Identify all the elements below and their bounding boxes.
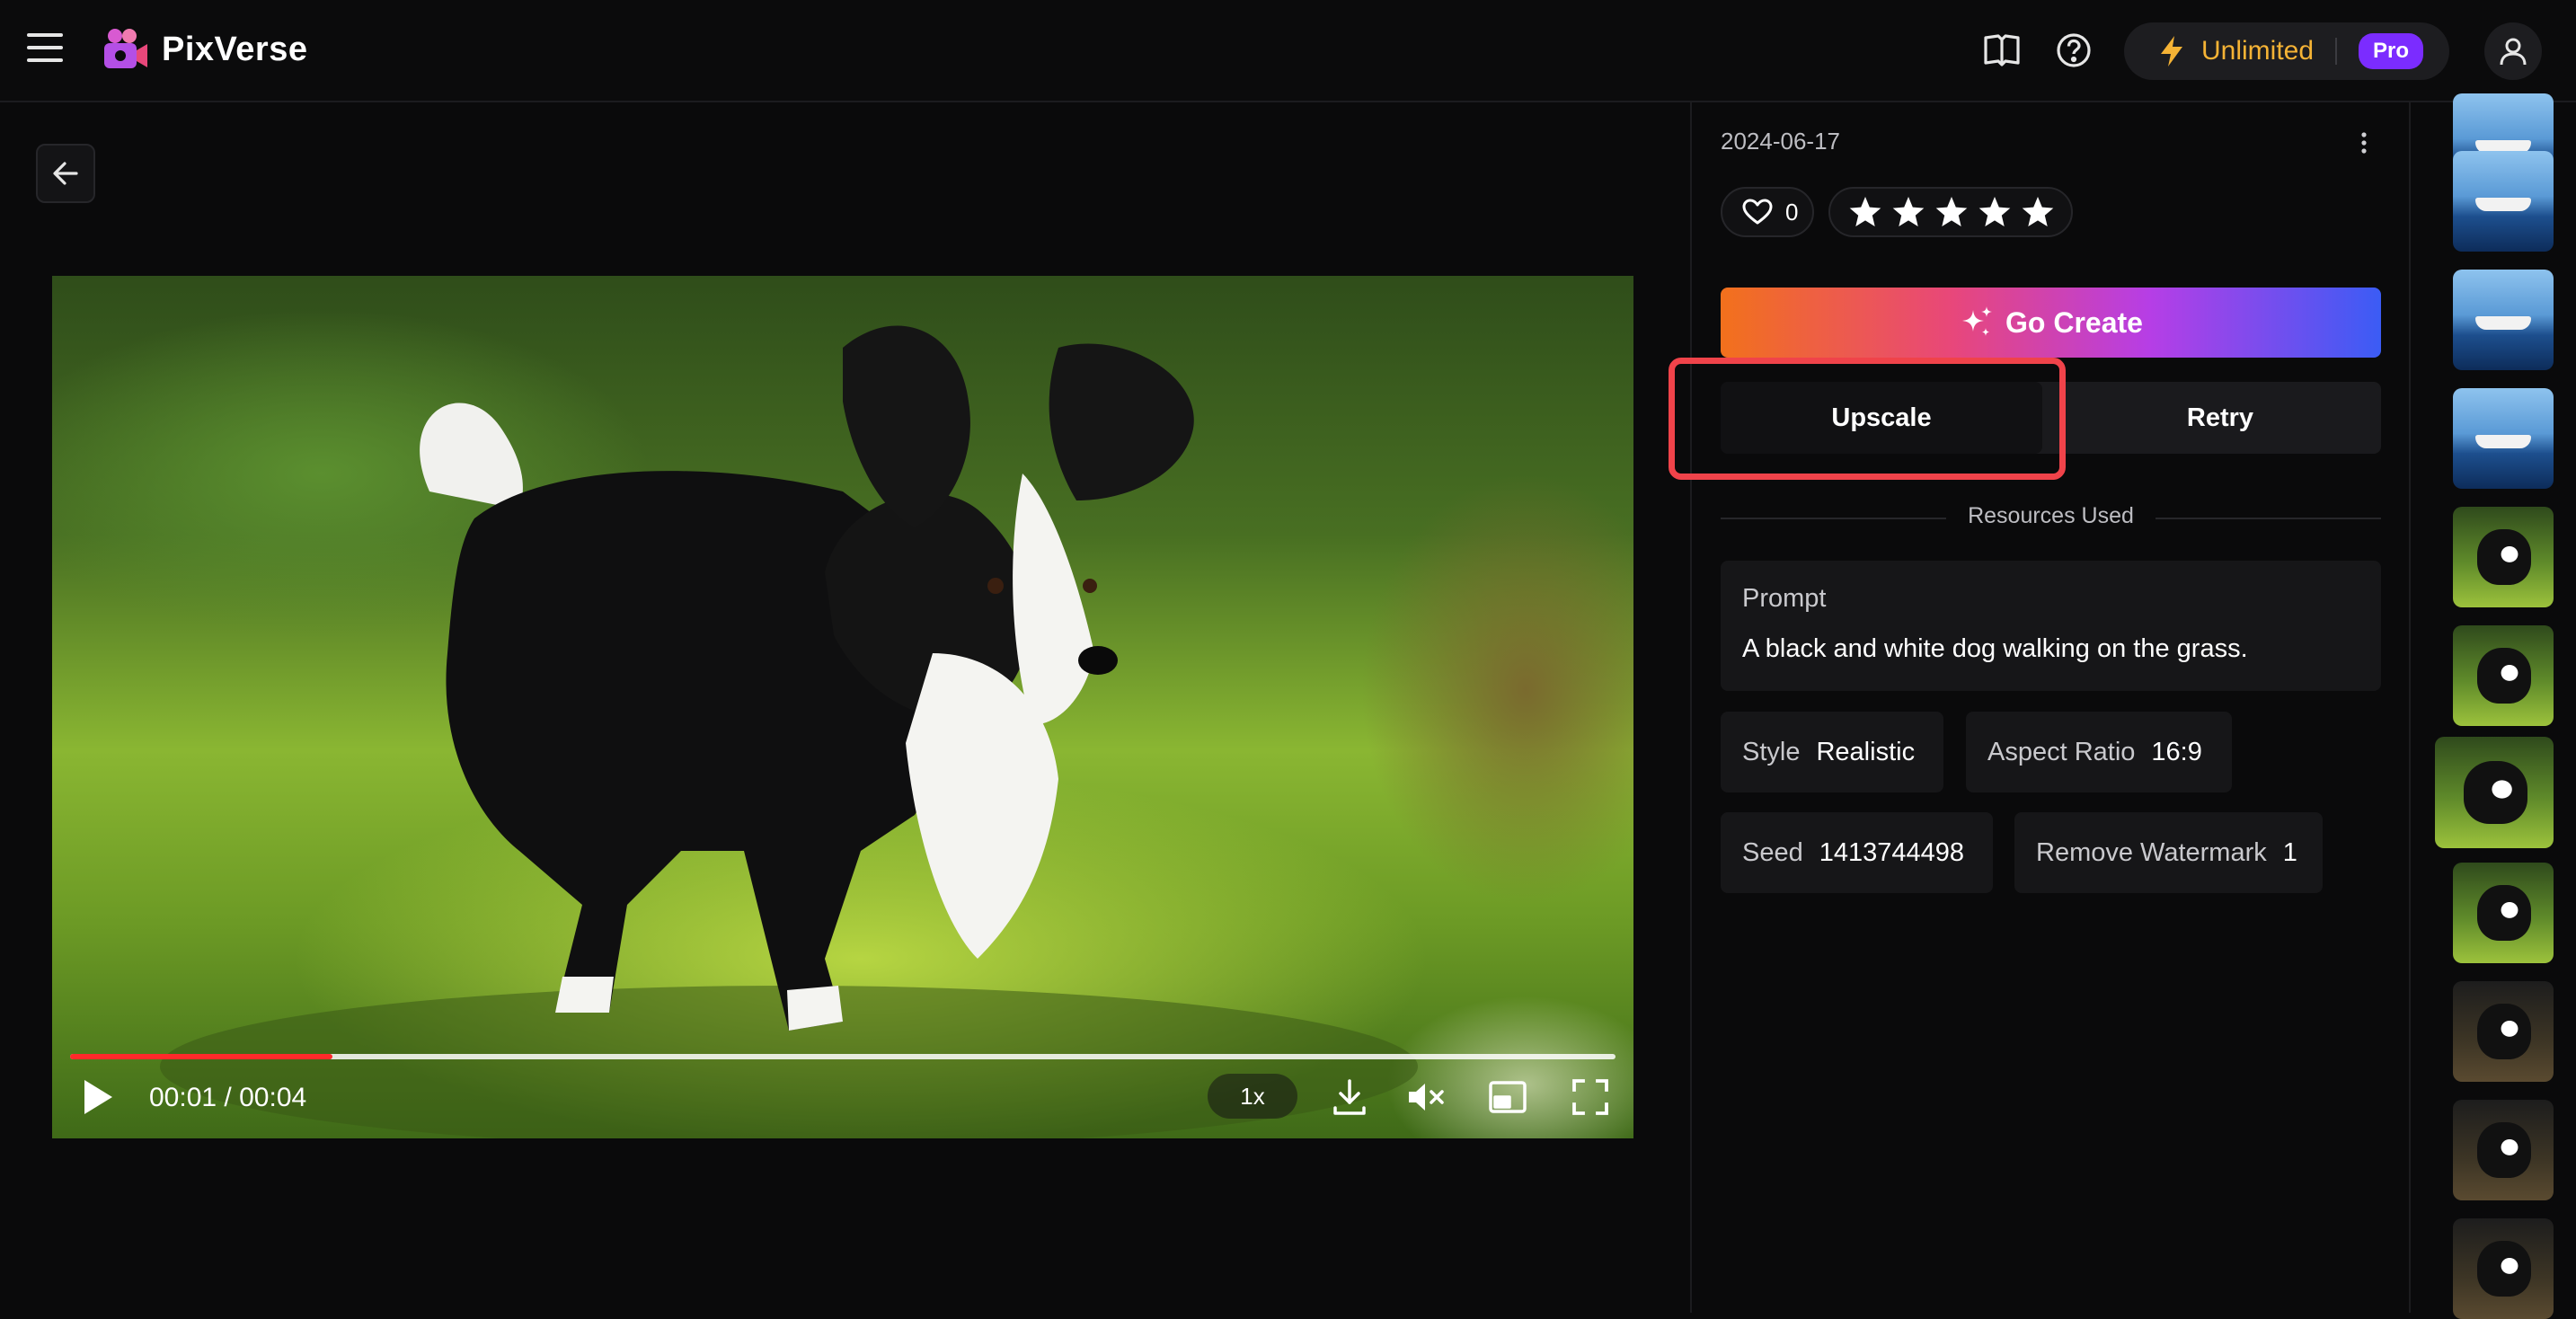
arrow-left-icon bbox=[53, 162, 78, 185]
seed-tag: Seed 1413744498 bbox=[1721, 812, 1993, 893]
pro-badge: Pro bbox=[2359, 33, 2424, 69]
prompt-text: A black and white dog walking on the gra… bbox=[1742, 634, 2248, 663]
plan-pill[interactable]: Unlimited Pro bbox=[2124, 22, 2449, 80]
playback-speed-button[interactable]: 1x bbox=[1208, 1074, 1297, 1119]
video-frame-dog bbox=[160, 325, 1418, 1138]
time-separator: / bbox=[224, 1083, 232, 1112]
thumbnail-item[interactable] bbox=[2453, 1218, 2554, 1319]
duration: 00:04 bbox=[239, 1083, 307, 1112]
upscale-button[interactable]: Upscale bbox=[1721, 382, 2042, 454]
top-bar: PixVerse Unlimited Pro bbox=[0, 0, 2576, 102]
remove-watermark-tag: Remove Watermark 1 bbox=[2014, 812, 2323, 893]
help-icon[interactable] bbox=[2052, 29, 2095, 72]
play-icon[interactable] bbox=[79, 1077, 115, 1117]
download-icon[interactable] bbox=[1328, 1076, 1371, 1119]
resources-heading-text: Resources Used bbox=[1946, 503, 2156, 528]
more-options-icon[interactable] bbox=[2359, 129, 2369, 156]
pixverse-logo-icon bbox=[104, 29, 147, 68]
thumbnail-item[interactable] bbox=[2453, 1100, 2554, 1200]
retry-button[interactable]: Retry bbox=[2059, 382, 2381, 454]
mute-icon[interactable] bbox=[1403, 1076, 1447, 1119]
picture-in-picture-icon[interactable] bbox=[1486, 1076, 1529, 1119]
style-value: Realistic bbox=[1816, 737, 1916, 766]
app-name: PixVerse bbox=[162, 30, 308, 68]
plan-label: Unlimited bbox=[2201, 36, 2315, 66]
aspect-key: Aspect Ratio bbox=[1987, 737, 2136, 766]
style-tag: Style Realistic bbox=[1721, 712, 1943, 792]
thumbnail-item[interactable] bbox=[2453, 270, 2554, 370]
time-display: 00:01 / 00:04 bbox=[149, 1083, 306, 1113]
bolt-icon bbox=[2161, 36, 2182, 66]
video-player[interactable]: 00:01 / 00:04 1x bbox=[52, 276, 1633, 1138]
style-key: Style bbox=[1742, 737, 1801, 766]
creation-date: 2024-06-17 bbox=[1721, 128, 1840, 155]
like-button[interactable]: 0 bbox=[1721, 187, 1814, 237]
thumbnail-item[interactable] bbox=[2435, 737, 2554, 848]
prompt-card: Prompt A black and white dog walking on … bbox=[1721, 561, 2381, 691]
star-icon[interactable] bbox=[1848, 195, 1882, 229]
rating-stars bbox=[1828, 187, 2073, 237]
aspect-value: 16:9 bbox=[2151, 737, 2202, 766]
back-button[interactable] bbox=[36, 144, 95, 203]
aspect-ratio-tag: Aspect Ratio 16:9 bbox=[1966, 712, 2232, 792]
go-create-button[interactable]: Go Create bbox=[1721, 288, 2381, 358]
thumbnail-item[interactable] bbox=[2453, 388, 2554, 489]
current-time: 00:01 bbox=[149, 1083, 217, 1112]
menu-icon[interactable] bbox=[27, 33, 63, 66]
resources-heading: Resources Used bbox=[1721, 503, 2381, 529]
thumbnail-item[interactable] bbox=[2453, 507, 2554, 607]
thumbnail-item[interactable] bbox=[2453, 863, 2554, 963]
seed-value: 1413744498 bbox=[1819, 837, 1965, 867]
thumbnail-divider bbox=[2409, 101, 2411, 1313]
star-icon[interactable] bbox=[2021, 195, 2055, 229]
watermark-key: Remove Watermark bbox=[2036, 837, 2267, 867]
player-controls: 00:01 / 00:04 1x bbox=[52, 1067, 1633, 1129]
prompt-title: Prompt bbox=[1742, 584, 1827, 613]
thumbnail-item[interactable] bbox=[2453, 151, 2554, 252]
seed-key: Seed bbox=[1742, 837, 1803, 867]
panel-divider bbox=[1690, 101, 1692, 1313]
user-icon bbox=[2500, 38, 2527, 66]
action-button-row: Upscale Retry bbox=[1721, 382, 2381, 454]
star-icon[interactable] bbox=[1978, 195, 2012, 229]
fullscreen-icon[interactable] bbox=[1569, 1076, 1612, 1119]
star-icon[interactable] bbox=[1934, 195, 1969, 229]
star-icon[interactable] bbox=[1891, 195, 1925, 229]
watermark-value: 1 bbox=[2282, 837, 2297, 867]
thumbnail-item[interactable] bbox=[2453, 981, 2554, 1082]
thumbnail-item[interactable] bbox=[2453, 625, 2554, 726]
user-avatar-button[interactable] bbox=[2484, 22, 2542, 80]
logo[interactable]: PixVerse bbox=[102, 25, 307, 74]
book-icon[interactable] bbox=[1980, 29, 2023, 72]
plan-divider bbox=[2335, 38, 2338, 65]
heart-icon bbox=[1742, 199, 1773, 225]
progress-fill bbox=[70, 1054, 333, 1059]
sparkle-icon bbox=[1962, 306, 1993, 336]
go-create-label: Go Create bbox=[2005, 305, 2143, 339]
progress-bar[interactable] bbox=[70, 1054, 1616, 1059]
like-count: 0 bbox=[1785, 198, 1799, 226]
